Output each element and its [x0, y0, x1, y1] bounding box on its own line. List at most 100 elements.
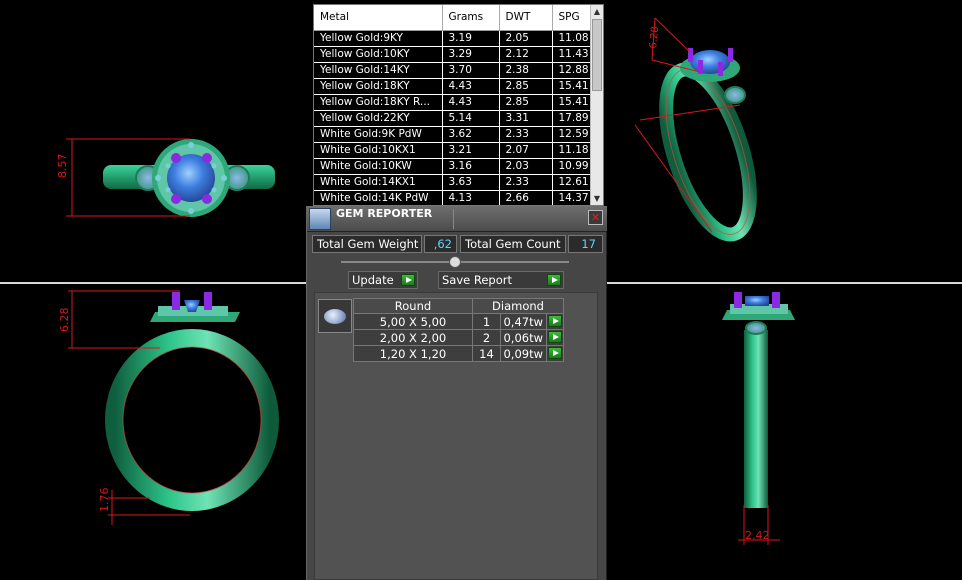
table-row[interactable]: Yellow Gold:18KY R... 4.43 2.85 15.41 — [314, 94, 593, 111]
window-title: GEM REPORTER — [336, 207, 433, 220]
gem-table-header-row: Round Diamond — [353, 298, 564, 314]
gem-row-action[interactable] — [546, 329, 564, 346]
panel-splitter-handle[interactable] — [449, 256, 461, 268]
table-row[interactable]: White Gold:10KX1 3.21 2.07 11.18 — [314, 142, 593, 159]
gem-size: 5,00 X 5,00 — [353, 313, 473, 330]
table-row[interactable]: White Gold:9K PdW 3.62 2.33 12.59 — [314, 126, 593, 143]
gem-list-panel: Round Diamond 5,00 X 5,00 1 0,47tw 2,00 … — [314, 292, 598, 580]
metal-name: White Gold:10KX1 — [314, 142, 443, 159]
round-gem-thumbnail-icon[interactable] — [318, 299, 352, 333]
table-row[interactable]: White Gold:10KW 3.16 2.03 10.99 — [314, 158, 593, 175]
spg-value: 11.18 — [552, 142, 593, 159]
gem-row-action[interactable] — [546, 313, 564, 330]
grams-value: 4.13 — [442, 190, 500, 205]
dwt-value: 2.66 — [499, 190, 553, 205]
gem-reporter-titlebar[interactable]: GEM REPORTER ✕ — [307, 206, 607, 232]
update-button-label: Update — [352, 273, 394, 287]
table-row[interactable]: Yellow Gold:10KY 3.29 2.12 11.43 — [314, 46, 593, 63]
gem-row-action[interactable] — [546, 345, 564, 362]
total-gem-weight-value: ,62 — [424, 235, 457, 253]
dwt-value: 2.85 — [499, 94, 553, 111]
save-report-button-label: Save Report — [442, 273, 513, 287]
metal-name: Yellow Gold:18KY R... — [314, 94, 443, 111]
dwt-value: 3.31 — [499, 110, 553, 127]
save-report-button[interactable]: Save Report — [438, 271, 564, 289]
grams-value: 3.21 — [442, 142, 500, 159]
spg-value: 17.89 — [552, 110, 593, 127]
column-header-spg[interactable]: SPG — [552, 5, 593, 31]
dimension-label-bottom-right: 2.42 — [745, 529, 770, 542]
table-row[interactable]: Yellow Gold:9KY 3.19 2.05 11.08 — [314, 30, 593, 47]
spg-value: 12.59 — [552, 126, 593, 143]
table-row[interactable]: Yellow Gold:18KY 4.43 2.85 15.41 — [314, 78, 593, 95]
metal-name: Yellow Gold:9KY — [314, 30, 443, 47]
table-row[interactable]: Yellow Gold:14KY 3.70 2.38 12.88 — [314, 62, 593, 79]
metal-name: White Gold:14KX1 — [314, 174, 443, 191]
dwt-value: 2.33 — [499, 126, 553, 143]
gem-count: 1 — [472, 313, 501, 330]
table-row[interactable]: White Gold:14KX1 3.63 2.33 12.61 — [314, 174, 593, 191]
grams-value: 3.16 — [442, 158, 500, 175]
gem-row[interactable]: 2,00 X 2,00 2 0,06tw — [353, 329, 564, 346]
column-header-metal[interactable]: Metal — [314, 5, 443, 31]
spg-value: 14.37 — [552, 190, 593, 205]
scroll-down-arrow-icon[interactable]: ▼ — [591, 192, 603, 205]
scroll-up-arrow-icon[interactable]: ▲ — [591, 5, 603, 18]
grams-value: 4.43 — [442, 94, 500, 111]
grams-value: 3.62 — [442, 126, 500, 143]
scroll-thumb[interactable] — [592, 19, 602, 91]
dwt-value: 2.33 — [499, 174, 553, 191]
table-row[interactable]: White Gold:14K PdW 4.13 2.66 14.37 — [314, 190, 593, 205]
gem-row[interactable]: 5,00 X 5,00 1 0,47tw — [353, 313, 564, 330]
metal-name: White Gold:10KW — [314, 158, 443, 175]
grams-value: 4.43 — [442, 78, 500, 95]
total-gem-count-value: 17 — [568, 235, 603, 253]
gem-weight: 0,47tw — [500, 313, 547, 330]
column-header-grams[interactable]: Grams — [442, 5, 500, 31]
dimension-label-bottom-left: 6.28 — [58, 307, 71, 333]
metal-weight-table: Metal Grams DWT SPG Yellow Gold:9KY 3.19 2… — [314, 5, 593, 205]
gem-weight: 0,06tw — [500, 329, 547, 346]
spg-value: 12.61 — [552, 174, 593, 191]
dwt-value: 2.07 — [499, 142, 553, 159]
play-arrow-icon[interactable] — [548, 347, 562, 359]
play-arrow-icon[interactable] — [548, 331, 562, 343]
spg-value: 11.08 — [552, 30, 593, 47]
dwt-value: 2.03 — [499, 158, 553, 175]
total-gem-count-label: Total Gem Count — [460, 235, 566, 253]
total-gem-weight-label: Total Gem Weight — [312, 235, 422, 253]
grams-value: 5.14 — [442, 110, 500, 127]
grams-value: 3.19 — [442, 30, 500, 47]
title-separator — [453, 209, 454, 229]
gem-material-header: Diamond — [472, 298, 564, 314]
update-button[interactable]: Update — [348, 271, 418, 289]
metal-name: Yellow Gold:18KY — [314, 78, 443, 95]
spg-value: 11.43 — [552, 46, 593, 63]
table-header-row: Metal Grams DWT SPG — [314, 5, 593, 31]
metal-weight-table-panel: Metal Grams DWT SPG Yellow Gold:9KY 3.19 2… — [313, 4, 604, 206]
spg-value: 15.41 — [552, 94, 593, 111]
metal-name: Yellow Gold:14KY — [314, 62, 443, 79]
gem-size: 1,20 X 1,20 — [353, 345, 473, 362]
metal-name: White Gold:9K PdW — [314, 126, 443, 143]
table-row[interactable]: Yellow Gold:22KY 5.14 3.31 17.89 — [314, 110, 593, 127]
ring-front-view — [722, 292, 795, 545]
gem-row[interactable]: 1,20 X 1,20 14 0,09tw — [353, 345, 564, 362]
dwt-value: 2.38 — [499, 62, 553, 79]
ring-top-view — [66, 138, 275, 217]
play-arrow-icon — [401, 274, 415, 286]
dimension-label-shank: 1.76 — [98, 487, 111, 513]
gem-size: 2,00 X 2,00 — [353, 329, 473, 346]
column-header-dwt[interactable]: DWT — [499, 5, 553, 31]
gem-count: 14 — [472, 345, 501, 362]
play-arrow-icon — [547, 274, 561, 286]
ring-perspective-view — [634, 17, 757, 242]
vertical-scrollbar[interactable]: ▲ ▼ — [590, 5, 603, 205]
dimension-label-top-right: 6.28 — [648, 25, 662, 50]
play-arrow-icon[interactable] — [548, 315, 562, 327]
spg-value: 12.88 — [552, 62, 593, 79]
gem-weight: 0,09tw — [500, 345, 547, 362]
close-icon[interactable]: ✕ — [588, 210, 603, 225]
grams-value: 3.70 — [442, 62, 500, 79]
metal-name: Yellow Gold:10KY — [314, 46, 443, 63]
